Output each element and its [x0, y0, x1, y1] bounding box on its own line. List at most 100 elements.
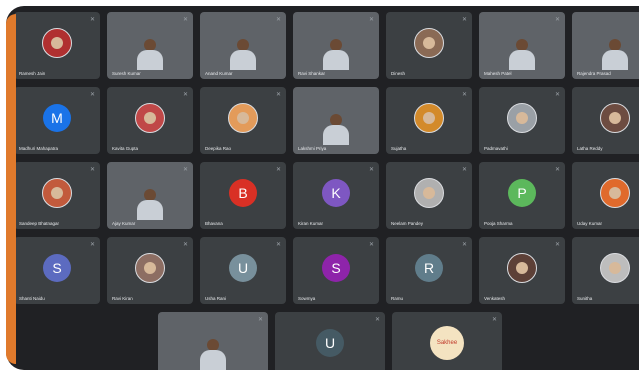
screenshot-frame: ✕ Ramesh Jain ✕ Suresh Kumar ✕ Anand Kumar ✕ Ra… — [0, 0, 639, 374]
participant-name: Mahesh Patel — [484, 71, 512, 76]
participant-avatar: U — [316, 328, 344, 357]
participant-avatar-photo — [228, 102, 258, 133]
participant-tile[interactable]: ✕ Anand Kumar — [200, 12, 286, 79]
participant-logo: Sakhee — [430, 325, 464, 360]
participant-name: Rajendra Prasad — [577, 71, 611, 76]
mic-off-icon: ✕ — [368, 167, 374, 173]
participant-name: Usha Rani — [205, 296, 227, 301]
mic-off-icon: ✕ — [554, 242, 560, 248]
participant-tile[interactable]: U ✕ Usha Rani — [200, 237, 286, 304]
participant-name: Sunitha — [577, 296, 593, 301]
participant-tile[interactable]: Sakhee✕Sakhee — [392, 312, 502, 370]
mic-off-icon: ✕ — [461, 17, 467, 23]
participant-tile[interactable]: ✕ Kavita Gupta — [107, 87, 193, 154]
mic-off-icon: ✕ — [275, 17, 281, 23]
participant-video-feed — [323, 114, 349, 145]
mic-off-icon: ✕ — [554, 17, 560, 23]
participant-avatar: R — [415, 253, 443, 282]
mic-off-icon: ✕ — [182, 167, 188, 173]
window-accent-border — [6, 14, 16, 364]
participant-tile[interactable]: ✕ Venkatesh — [479, 237, 565, 304]
participant-name: Shanti Naidu — [19, 296, 45, 301]
participant-name: Venkatesh — [484, 296, 506, 301]
participant-avatar-photo — [600, 252, 630, 283]
participant-video-feed — [137, 189, 163, 220]
participant-tile[interactable]: ✕Latha Reddy — [572, 87, 639, 154]
participant-name: Lakshmi Priya — [298, 146, 327, 151]
mic-off-icon: ✕ — [89, 167, 95, 173]
participant-name: Ramu — [391, 296, 404, 301]
mic-off-icon: ✕ — [368, 17, 374, 23]
participant-tile[interactable]: ✕ Ramesh Jain — [14, 12, 100, 79]
participant-avatar-photo — [600, 102, 630, 133]
participant-name: Padmavathi — [484, 146, 508, 151]
participant-name: Ajay Kumar — [112, 221, 136, 226]
participant-tile[interactable]: R ✕ Ramu — [386, 237, 472, 304]
participant-tile[interactable]: ✕ Ravi Kiran — [107, 237, 193, 304]
participant-tile[interactable]: ✕ Deepika Rao — [200, 87, 286, 154]
participant-tile[interactable]: ✕Sunitha — [572, 237, 639, 304]
participant-tile[interactable]: ✕ Neelam Pandey — [386, 162, 472, 229]
mic-off-icon: ✕ — [554, 92, 560, 98]
mic-off-icon: ✕ — [374, 317, 380, 323]
mic-off-icon: ✕ — [554, 167, 560, 173]
participant-avatar-photo — [42, 177, 72, 208]
participant-tile[interactable]: ✕ Suresh Kumar — [107, 12, 193, 79]
participant-name: Kiran Kumar — [298, 221, 324, 226]
participant-tile[interactable]: ✕Rajendra Prasad — [572, 12, 639, 79]
participant-tile[interactable]: ✕ Padmavathi — [479, 87, 565, 154]
participant-name: Deepika Rao — [205, 146, 232, 151]
mic-off-icon: ✕ — [461, 167, 467, 173]
participant-tile[interactable]: K ✕ Kiran Kumar — [293, 162, 379, 229]
participant-name: Sujatha — [391, 146, 407, 151]
mic-off-icon: ✕ — [275, 242, 281, 248]
participant-tile[interactable]: ✕Uday Kumar — [572, 162, 639, 229]
participant-avatar-photo — [135, 252, 165, 283]
participant-tile[interactable]: S ✕ Sowmya — [293, 237, 379, 304]
participant-video-feed — [323, 39, 349, 70]
participant-avatar-photo — [600, 177, 630, 208]
participant-tile[interactable]: ✕ Sujatha — [386, 87, 472, 154]
participant-name: Madhuri Mahapatra — [19, 146, 59, 151]
meeting-grid: ✕ Ramesh Jain ✕ Suresh Kumar ✕ Anand Kumar ✕ Ra… — [6, 6, 639, 370]
participant-tile[interactable]: ✕ Ravi Shankar — [293, 12, 379, 79]
participant-avatar-photo — [414, 27, 444, 58]
mic-off-icon: ✕ — [275, 92, 281, 98]
participant-name: Kavita Gupta — [112, 146, 139, 151]
participant-tile[interactable]: ✕ Mahesh Patel — [479, 12, 565, 79]
participant-tile[interactable]: S ✕ Shanti Naidu — [14, 237, 100, 304]
participant-avatar: S — [322, 253, 350, 282]
participant-name: Neelam Pandey — [391, 221, 424, 226]
participant-name: Suresh Kumar — [112, 71, 141, 76]
participant-video-feed — [230, 39, 256, 70]
participant-video-feed — [137, 39, 163, 70]
participant-avatar-photo — [42, 27, 72, 58]
participant-name: Ravi Shankar — [298, 71, 326, 76]
mic-off-icon: ✕ — [182, 242, 188, 248]
participant-avatar: M — [43, 103, 71, 132]
participant-avatar: S — [43, 253, 71, 282]
participant-name: Uday Kumar — [577, 221, 603, 226]
participant-tile[interactable]: ✕ Ajay Kumar — [107, 162, 193, 229]
participant-name: Sowmya — [298, 296, 316, 301]
participant-tile[interactable]: Lakshmi Priya — [293, 87, 379, 154]
mic-off-icon: ✕ — [461, 92, 467, 98]
mic-off-icon: ✕ — [89, 92, 95, 98]
participant-avatar-photo — [507, 102, 537, 133]
participant-tile[interactable]: ✕Anjali — [158, 312, 268, 370]
participant-avatar-photo — [414, 102, 444, 133]
participant-video-feed — [200, 339, 226, 370]
participant-name: Sandeep Bhatnagar — [19, 221, 60, 226]
participant-name: Ravi Kiran — [112, 296, 133, 301]
participant-name: Pooja Sharma — [484, 221, 513, 226]
participant-video-feed — [509, 39, 535, 70]
mic-off-icon: ✕ — [461, 242, 467, 248]
participant-tile[interactable]: U✕Uma Devi — [275, 312, 385, 370]
participant-tile[interactable]: P ✕ Pooja Sharma — [479, 162, 565, 229]
participant-tile[interactable]: M ✕ Madhuri Mahapatra — [14, 87, 100, 154]
participant-tile[interactable]: ✕ Dinesh — [386, 12, 472, 79]
participant-tile[interactable]: ✕ Sandeep Bhatnagar — [14, 162, 100, 229]
participant-avatar: B — [229, 178, 257, 207]
participant-tile[interactable]: B ✕ Bhavana — [200, 162, 286, 229]
participant-name: Bhavana — [205, 221, 223, 226]
